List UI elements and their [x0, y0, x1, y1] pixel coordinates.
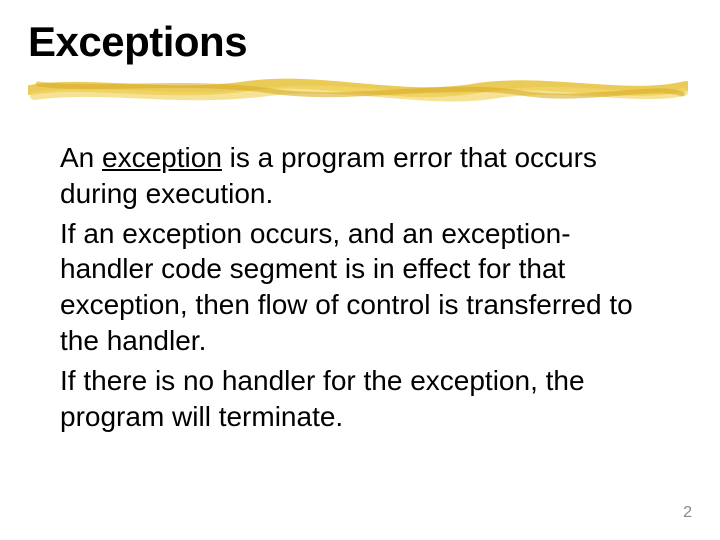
paragraph-2: If an exception occurs, and an exception…: [60, 216, 640, 359]
paragraph-3: If there is no handler for the exception…: [60, 363, 640, 435]
body-text: An exception is a program error that occ…: [60, 140, 640, 439]
title-underline-brush: [28, 72, 688, 108]
p1-pre: An: [60, 142, 102, 173]
paragraph-1: An exception is a program error that occ…: [60, 140, 640, 212]
p1-underlined-term: exception: [102, 142, 222, 173]
slide: Exceptions An exception is a program err…: [0, 0, 720, 540]
page-number: 2: [683, 504, 692, 522]
page-title: Exceptions: [28, 18, 247, 66]
